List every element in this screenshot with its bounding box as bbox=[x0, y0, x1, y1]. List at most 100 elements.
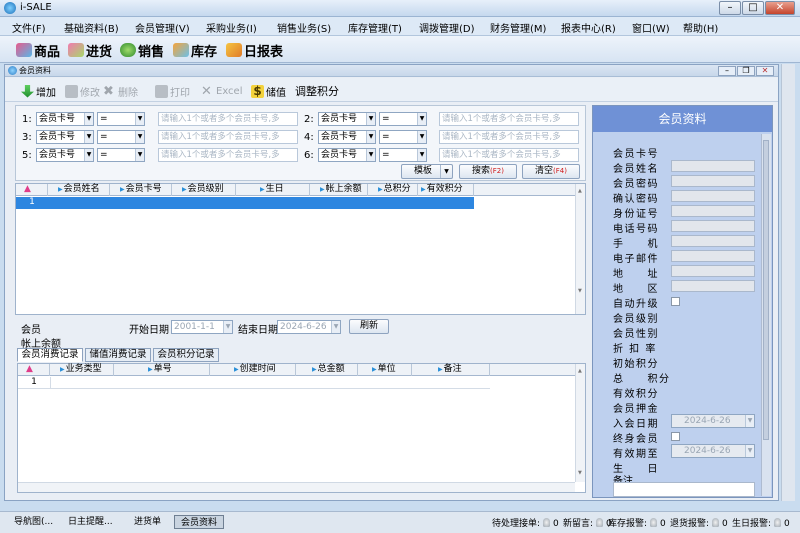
scroll-up-icon[interactable]: ▲ bbox=[578, 368, 582, 374]
member-password-input[interactable] bbox=[671, 175, 755, 187]
template-button[interactable]: 模板 ▼ bbox=[401, 164, 453, 179]
quick-goods-button[interactable]: 商品 bbox=[16, 40, 60, 60]
tab-points[interactable]: 会员积分记录 bbox=[153, 348, 219, 362]
quick-stock-button[interactable]: 库存 bbox=[173, 40, 217, 60]
filter-operator-select[interactable]: = ▼ bbox=[379, 148, 427, 162]
recharge-button[interactable]: $ 储值 bbox=[251, 83, 286, 99]
col-unit[interactable]: ▶单位 bbox=[358, 364, 412, 376]
excel-button[interactable]: ✕ Excel bbox=[201, 83, 243, 99]
menu-member[interactable]: 会员管理(V) bbox=[135, 20, 190, 35]
status-tab-navigation[interactable]: 导航图(... bbox=[14, 515, 53, 529]
mobile-input[interactable] bbox=[671, 235, 755, 247]
table-row[interactable]: 1 bbox=[16, 197, 474, 209]
filter-value-input[interactable]: 请输入1个或者多个会员卡号,多 bbox=[158, 148, 298, 162]
delete-button[interactable]: ✖ 删除 bbox=[103, 83, 138, 99]
filter-field-select[interactable]: 会员卡号 ▼ bbox=[36, 112, 94, 126]
menu-help[interactable]: 帮助(H) bbox=[683, 20, 718, 35]
col-remark[interactable]: ▶备注 bbox=[412, 364, 490, 376]
scroll-up-icon[interactable]: ▲ bbox=[578, 188, 582, 194]
col-valid-points[interactable]: ▶有效积分 bbox=[418, 184, 474, 196]
tab-consumption[interactable]: 会员消费记录 bbox=[17, 348, 83, 362]
remark-textarea[interactable] bbox=[613, 482, 755, 497]
status-tab-member[interactable]: 会员资料 bbox=[174, 515, 225, 529]
close-button[interactable]: ✕ bbox=[765, 1, 795, 15]
col-created-time[interactable]: ▶创建时间 bbox=[210, 364, 296, 376]
add-button[interactable]: 增加 bbox=[21, 83, 56, 99]
dropdown-arrow-icon: ▼ bbox=[366, 113, 375, 125]
filter-operator-select[interactable]: = ▼ bbox=[379, 130, 427, 144]
minimize-button[interactable]: – bbox=[719, 1, 741, 15]
auto-upgrade-checkbox[interactable] bbox=[671, 297, 680, 306]
child-close-button[interactable]: ✕ bbox=[756, 66, 774, 76]
scroll-down-icon[interactable]: ▼ bbox=[578, 470, 582, 476]
filter-operator-select[interactable]: = ▼ bbox=[97, 112, 145, 126]
consumption-grid-vscrollbar[interactable]: ▲ ▼ bbox=[575, 364, 585, 482]
refresh-button[interactable]: 刷新 bbox=[349, 319, 389, 334]
expiry-date-picker[interactable]: 2024-6-26 ▼ bbox=[671, 444, 755, 458]
scroll-down-icon[interactable]: ▼ bbox=[578, 288, 582, 294]
region-input[interactable] bbox=[671, 280, 755, 292]
col-member-level[interactable]: ▶会员级别 bbox=[172, 184, 236, 196]
confirm-password-input[interactable] bbox=[671, 190, 755, 202]
scroll-thumb[interactable] bbox=[763, 140, 769, 440]
col-member-card[interactable]: ▶会员卡号 bbox=[110, 184, 172, 196]
quick-daily-report-button[interactable]: 日报表 bbox=[226, 40, 283, 60]
table-row[interactable]: 1 bbox=[18, 377, 490, 389]
end-date-picker[interactable]: 2024-6-26 ▼ bbox=[277, 320, 341, 334]
col-total-points[interactable]: ▶总积分 bbox=[368, 184, 418, 196]
status-tab-reminder[interactable]: 日主提醒... bbox=[68, 515, 113, 529]
menu-finance[interactable]: 财务管理(M) bbox=[490, 20, 546, 35]
menu-purchase[interactable]: 采购业务(I) bbox=[206, 20, 257, 35]
start-date-picker[interactable]: 2001-1-1 ▼ bbox=[171, 320, 233, 334]
member-name-input[interactable] bbox=[671, 160, 755, 172]
filter-operator-select[interactable]: = ▼ bbox=[97, 130, 145, 144]
clear-button[interactable]: 清空(F4) bbox=[522, 164, 580, 179]
lifetime-member-checkbox[interactable] bbox=[671, 432, 680, 441]
address-input[interactable] bbox=[671, 265, 755, 277]
filter-field-select[interactable]: 会员卡号 ▼ bbox=[36, 130, 94, 144]
menu-transfer[interactable]: 调拨管理(D) bbox=[419, 20, 475, 35]
adjust-points-button[interactable]: 调整积分 bbox=[295, 83, 339, 99]
filter-field-select[interactable]: 会员卡号 ▼ bbox=[318, 130, 376, 144]
tab-stored-value[interactable]: 储值消费记录 bbox=[85, 348, 151, 362]
quick-purchase-button[interactable]: 进货 bbox=[68, 40, 112, 60]
col-member-name[interactable]: ▶会员姓名 bbox=[48, 184, 110, 196]
consumption-grid-hscrollbar[interactable] bbox=[18, 482, 575, 492]
col-birthday[interactable]: ▶生日 bbox=[236, 184, 310, 196]
main-scrollbar[interactable] bbox=[781, 64, 795, 501]
col-total-amount[interactable]: ▶总金额 bbox=[296, 364, 358, 376]
filter-value-input[interactable]: 请输入1个或者多个会员卡号,多 bbox=[439, 112, 579, 126]
edit-button[interactable]: 修改 bbox=[65, 83, 100, 99]
search-button[interactable]: 搜索(F2) bbox=[459, 164, 517, 179]
menu-inventory[interactable]: 库存管理(T) bbox=[348, 20, 402, 35]
menu-sales[interactable]: 销售业务(S) bbox=[277, 20, 331, 35]
filter-value-input[interactable]: 请输入1个或者多个会员卡号,多 bbox=[439, 130, 579, 144]
maximize-button[interactable]: □ bbox=[742, 1, 764, 15]
menu-reports[interactable]: 报表中心(R) bbox=[561, 20, 616, 35]
child-restore-button[interactable]: ❐ bbox=[737, 66, 755, 76]
join-date-picker[interactable]: 2024-6-26 ▼ bbox=[671, 414, 755, 428]
quick-sales-button[interactable]: 销售 bbox=[120, 40, 164, 60]
col-balance[interactable]: ▶帐上余额 bbox=[310, 184, 368, 196]
filter-value-input[interactable]: 请输入1个或者多个会员卡号,多 bbox=[158, 112, 298, 126]
filter-value-input[interactable]: 请输入1个或者多个会员卡号,多 bbox=[158, 130, 298, 144]
email-input[interactable] bbox=[671, 250, 755, 262]
id-number-input[interactable] bbox=[671, 205, 755, 217]
col-business-type[interactable]: ▶业务类型 bbox=[50, 364, 114, 376]
filter-field-select[interactable]: 会员卡号 ▼ bbox=[36, 148, 94, 162]
col-order-no[interactable]: ▶单号 bbox=[114, 364, 210, 376]
panel-scrollbar[interactable] bbox=[761, 134, 771, 496]
child-minimize-button[interactable]: – bbox=[718, 66, 736, 76]
phone-input[interactable] bbox=[671, 220, 755, 232]
filter-operator-select[interactable]: = ▼ bbox=[379, 112, 427, 126]
menu-window[interactable]: 窗口(W) bbox=[632, 20, 670, 35]
filter-field-select[interactable]: 会员卡号 ▼ bbox=[318, 148, 376, 162]
menu-file[interactable]: 文件(F) bbox=[12, 20, 46, 35]
member-grid-scrollbar[interactable]: ▲ ▼ bbox=[575, 184, 585, 314]
filter-operator-select[interactable]: = ▼ bbox=[97, 148, 145, 162]
print-button[interactable]: 打印 bbox=[155, 83, 190, 99]
filter-value-input[interactable]: 请输入1个或者多个会员卡号,多 bbox=[439, 148, 579, 162]
status-tab-purchase[interactable]: 进货单 bbox=[134, 515, 161, 529]
menu-basic-data[interactable]: 基础资料(B) bbox=[64, 20, 119, 35]
filter-field-select[interactable]: 会员卡号 ▼ bbox=[318, 112, 376, 126]
